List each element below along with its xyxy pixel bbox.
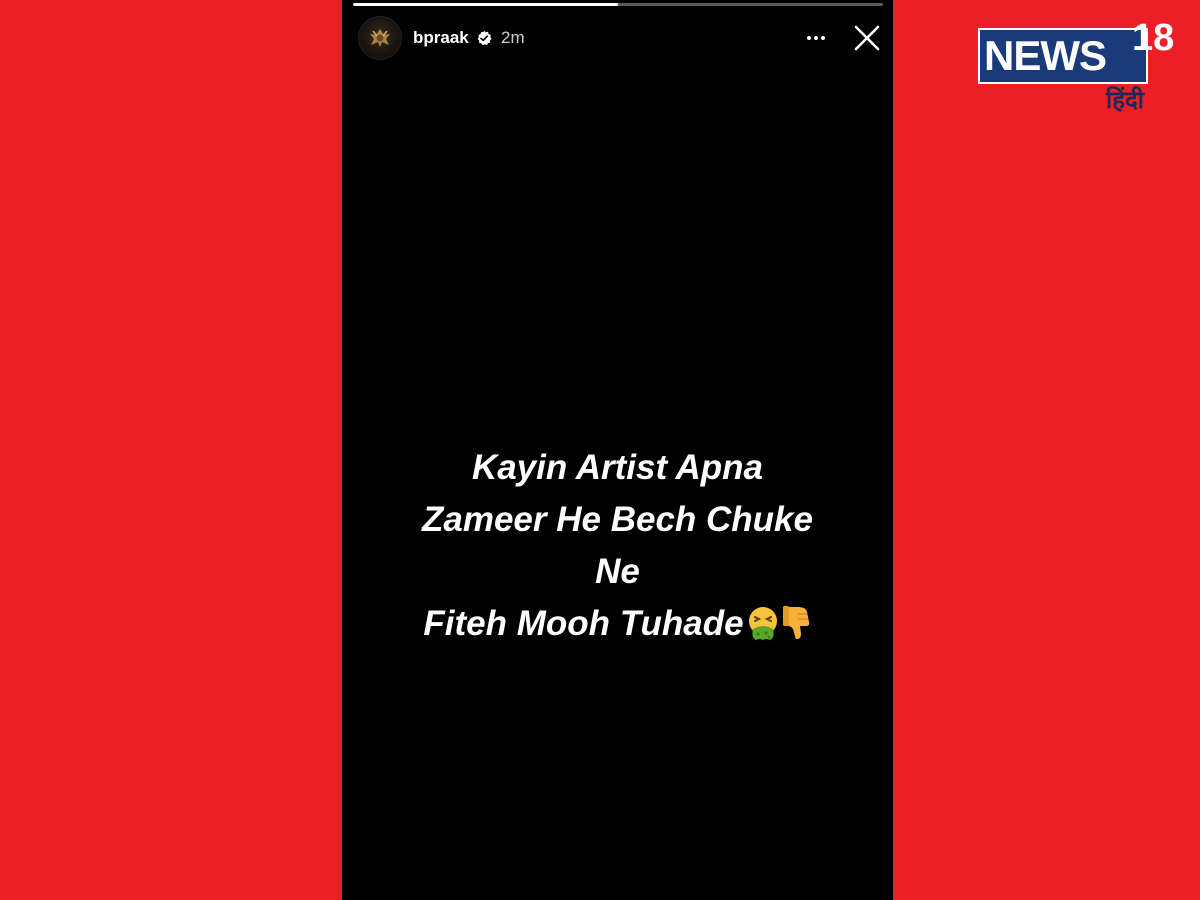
story-text-line-last: Fiteh Mooh Tuhade — [362, 598, 873, 650]
news18-logo: NEWS 18 हिंदी — [978, 18, 1188, 118]
story-viewer: bpraak 2m Kayin Artist Apna Zameer He Be… — [342, 0, 893, 900]
story-text-line: Ne — [595, 552, 640, 591]
story-text-line: Kayin Artist Apna — [471, 448, 764, 487]
news18-logo-hindi: हिंदी — [1106, 86, 1144, 114]
news18-logo-number: 18 — [1132, 17, 1175, 59]
story-time-ago: 2m — [501, 28, 525, 47]
story-text-line: Fiteh Mooh Tuhade — [423, 604, 744, 643]
vomiting-face-emoji — [748, 607, 777, 640]
profile-avatar[interactable] — [358, 16, 402, 60]
story-progress-bar — [353, 3, 883, 6]
story-text: Kayin Artist Apna Zameer He Bech Chuke N… — [362, 442, 873, 650]
verified-badge-icon — [477, 30, 492, 46]
story-username[interactable]: bpraak — [413, 28, 469, 48]
story-text-line: Zameer He Bech Chuke — [422, 500, 813, 539]
story-progress-fill — [353, 3, 618, 6]
more-options-icon[interactable] — [798, 26, 834, 50]
news18-logo-text: NEWS — [984, 32, 1107, 79]
thumbs-down-emoji — [782, 606, 809, 639]
close-icon[interactable] — [847, 18, 887, 58]
